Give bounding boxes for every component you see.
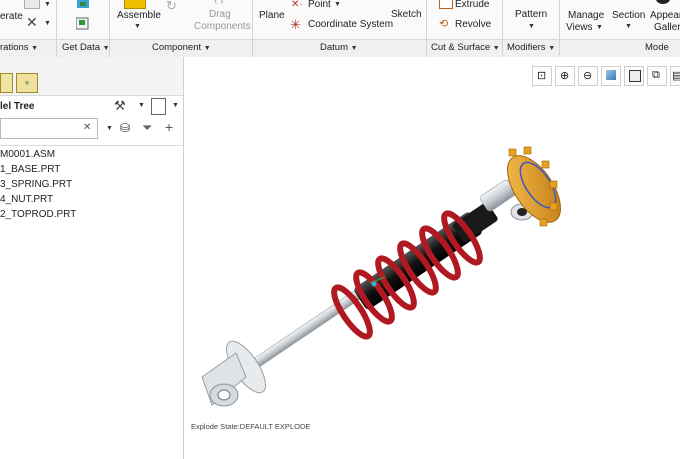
group-component[interactable]: Component ▼ bbox=[152, 42, 211, 53]
base-mount bbox=[201, 340, 267, 407]
model-tree-panel: + lel Tree ⚒ ▼ ▼ ✕ ▼ ⛁ ⏷ + M0001.ASM 1_B… bbox=[0, 57, 184, 459]
tree-settings-icon[interactable]: ⚒ bbox=[114, 98, 126, 114]
extrude-button[interactable]: Extrude bbox=[455, 0, 489, 10]
tree-item-base[interactable]: 1_BASE.PRT bbox=[0, 164, 60, 175]
group-label: Component bbox=[152, 42, 202, 53]
extrude-icon[interactable] bbox=[439, 0, 453, 9]
group-cut-surface[interactable]: Cut & Surface ▼ bbox=[431, 42, 500, 53]
chevron-down-icon[interactable]: ▼ bbox=[334, 1, 341, 8]
tree-item-spring[interactable]: 3_SPRING.PRT bbox=[0, 179, 72, 190]
section-button[interactable]: Section bbox=[612, 10, 645, 21]
explode-state-status: Explode State:DEFAULT EXPLODE bbox=[191, 422, 311, 431]
datum-point bbox=[371, 281, 377, 287]
chevron-down-icon[interactable]: ▼ bbox=[172, 102, 179, 109]
tree-root-assembly[interactable]: M0001.ASM bbox=[0, 149, 55, 160]
add-icon[interactable]: + bbox=[165, 119, 173, 135]
revolve-button[interactable]: Revolve bbox=[455, 19, 491, 30]
group-label: rations bbox=[0, 42, 29, 53]
assemble-button[interactable]: Assemble bbox=[117, 10, 161, 21]
ribbon: erate ✕ ▼ ▼ Assemble ▼ ↻ ‹ › Drag Compon… bbox=[0, 0, 680, 56]
shock-absorber-model[interactable] bbox=[184, 57, 680, 459]
plane-button[interactable]: Plane bbox=[259, 10, 285, 21]
chevron-down-icon: ▼ bbox=[492, 45, 500, 52]
panel-title: lel Tree bbox=[0, 101, 35, 112]
sketch-button[interactable]: Sketch bbox=[391, 9, 422, 20]
regenerate-button[interactable]: erate bbox=[0, 11, 23, 22]
drag-components-line2[interactable]: Components bbox=[194, 21, 251, 32]
chevron-down-icon[interactable]: ▼ bbox=[106, 125, 113, 132]
group-label: Datum bbox=[320, 42, 348, 53]
chevron-down-icon[interactable]: ▼ bbox=[138, 102, 145, 109]
tree-item-toprod[interactable]: 2_TOPROD.PRT bbox=[0, 209, 76, 220]
appearance-gallery-line1[interactable]: Appear bbox=[650, 10, 680, 21]
chevron-down-icon[interactable]: ▼ bbox=[44, 1, 51, 8]
chevron-down-icon: ▼ bbox=[31, 45, 39, 52]
chevron-down-icon[interactable]: ▼ bbox=[596, 24, 603, 31]
panel-tabs: + bbox=[0, 57, 183, 96]
chevron-down-icon[interactable]: ▼ bbox=[134, 23, 141, 30]
clear-icon[interactable]: ✕ bbox=[83, 122, 91, 133]
drag-icon: ‹ › bbox=[214, 0, 224, 7]
regenerate-icon[interactable] bbox=[24, 0, 40, 9]
coordinate-system-icon[interactable]: ✳ bbox=[290, 17, 301, 33]
revolve-icon[interactable]: ⟲ bbox=[439, 17, 448, 30]
point-button[interactable]: Point bbox=[308, 0, 331, 10]
tree-columns-icon[interactable] bbox=[151, 98, 166, 115]
pattern-button[interactable]: Pattern bbox=[515, 9, 547, 20]
find-icon[interactable]: ⛁ bbox=[120, 121, 130, 135]
tree-item-nut[interactable]: 4_NUT.PRT bbox=[0, 194, 53, 205]
chevron-down-icon: ▼ bbox=[548, 45, 556, 52]
manage-views-line1[interactable]: Manage bbox=[568, 10, 604, 21]
group-label: Get Data bbox=[62, 42, 101, 53]
appearance-icon[interactable] bbox=[656, 0, 670, 4]
group-label: Cut & Surface bbox=[431, 42, 491, 53]
manage-views-line2[interactable]: Views bbox=[566, 22, 593, 33]
coordinate-system-button[interactable]: Coordinate System bbox=[308, 19, 393, 30]
model-tree-tab-icon[interactable] bbox=[0, 73, 13, 93]
group-label: Mode bbox=[645, 42, 669, 53]
chevron-down-icon[interactable]: ▼ bbox=[44, 20, 51, 27]
chevron-down-icon: ▼ bbox=[350, 45, 358, 52]
point-icon[interactable]: ✕· bbox=[291, 0, 303, 10]
folder-browser-tab-icon[interactable]: + bbox=[16, 73, 38, 93]
chevron-down-icon[interactable]: ▼ bbox=[625, 23, 632, 30]
tree-search-box[interactable]: ✕ bbox=[0, 118, 98, 139]
chevron-down-icon: ▼ bbox=[203, 45, 211, 52]
group-operations[interactable]: rations ▼ bbox=[0, 42, 38, 53]
close-icon[interactable]: ✕ bbox=[26, 14, 38, 31]
assemble-icon[interactable] bbox=[124, 0, 146, 9]
group-model-display[interactable]: Mode bbox=[645, 42, 669, 53]
appearance-gallery-line2[interactable]: Gallery bbox=[654, 22, 680, 33]
chevron-down-icon[interactable]: ▼ bbox=[528, 23, 535, 30]
merge-icon[interactable] bbox=[75, 16, 90, 30]
group-datum[interactable]: Datum ▼ bbox=[320, 42, 358, 53]
drag-components-line1[interactable]: Drag bbox=[209, 9, 231, 20]
tree-divider bbox=[0, 145, 183, 146]
get-data-icon[interactable] bbox=[76, 0, 90, 9]
refresh-icon[interactable]: ↻ bbox=[166, 0, 177, 14]
group-modifiers[interactable]: Modifiers ▼ bbox=[507, 42, 555, 53]
ribbon-group-labels: rations ▼ Get Data ▼ Component ▼ Datum ▼… bbox=[0, 39, 680, 58]
group-get-data[interactable]: Get Data ▼ bbox=[62, 42, 110, 53]
graphics-window[interactable]: ⊡ ⊕ ⊖ ⧉ ▤ Explode State:DEFAULT EXPLODE bbox=[184, 57, 680, 459]
group-label: Modifiers bbox=[507, 42, 546, 53]
filter-icon[interactable]: ⏷ bbox=[142, 120, 152, 136]
